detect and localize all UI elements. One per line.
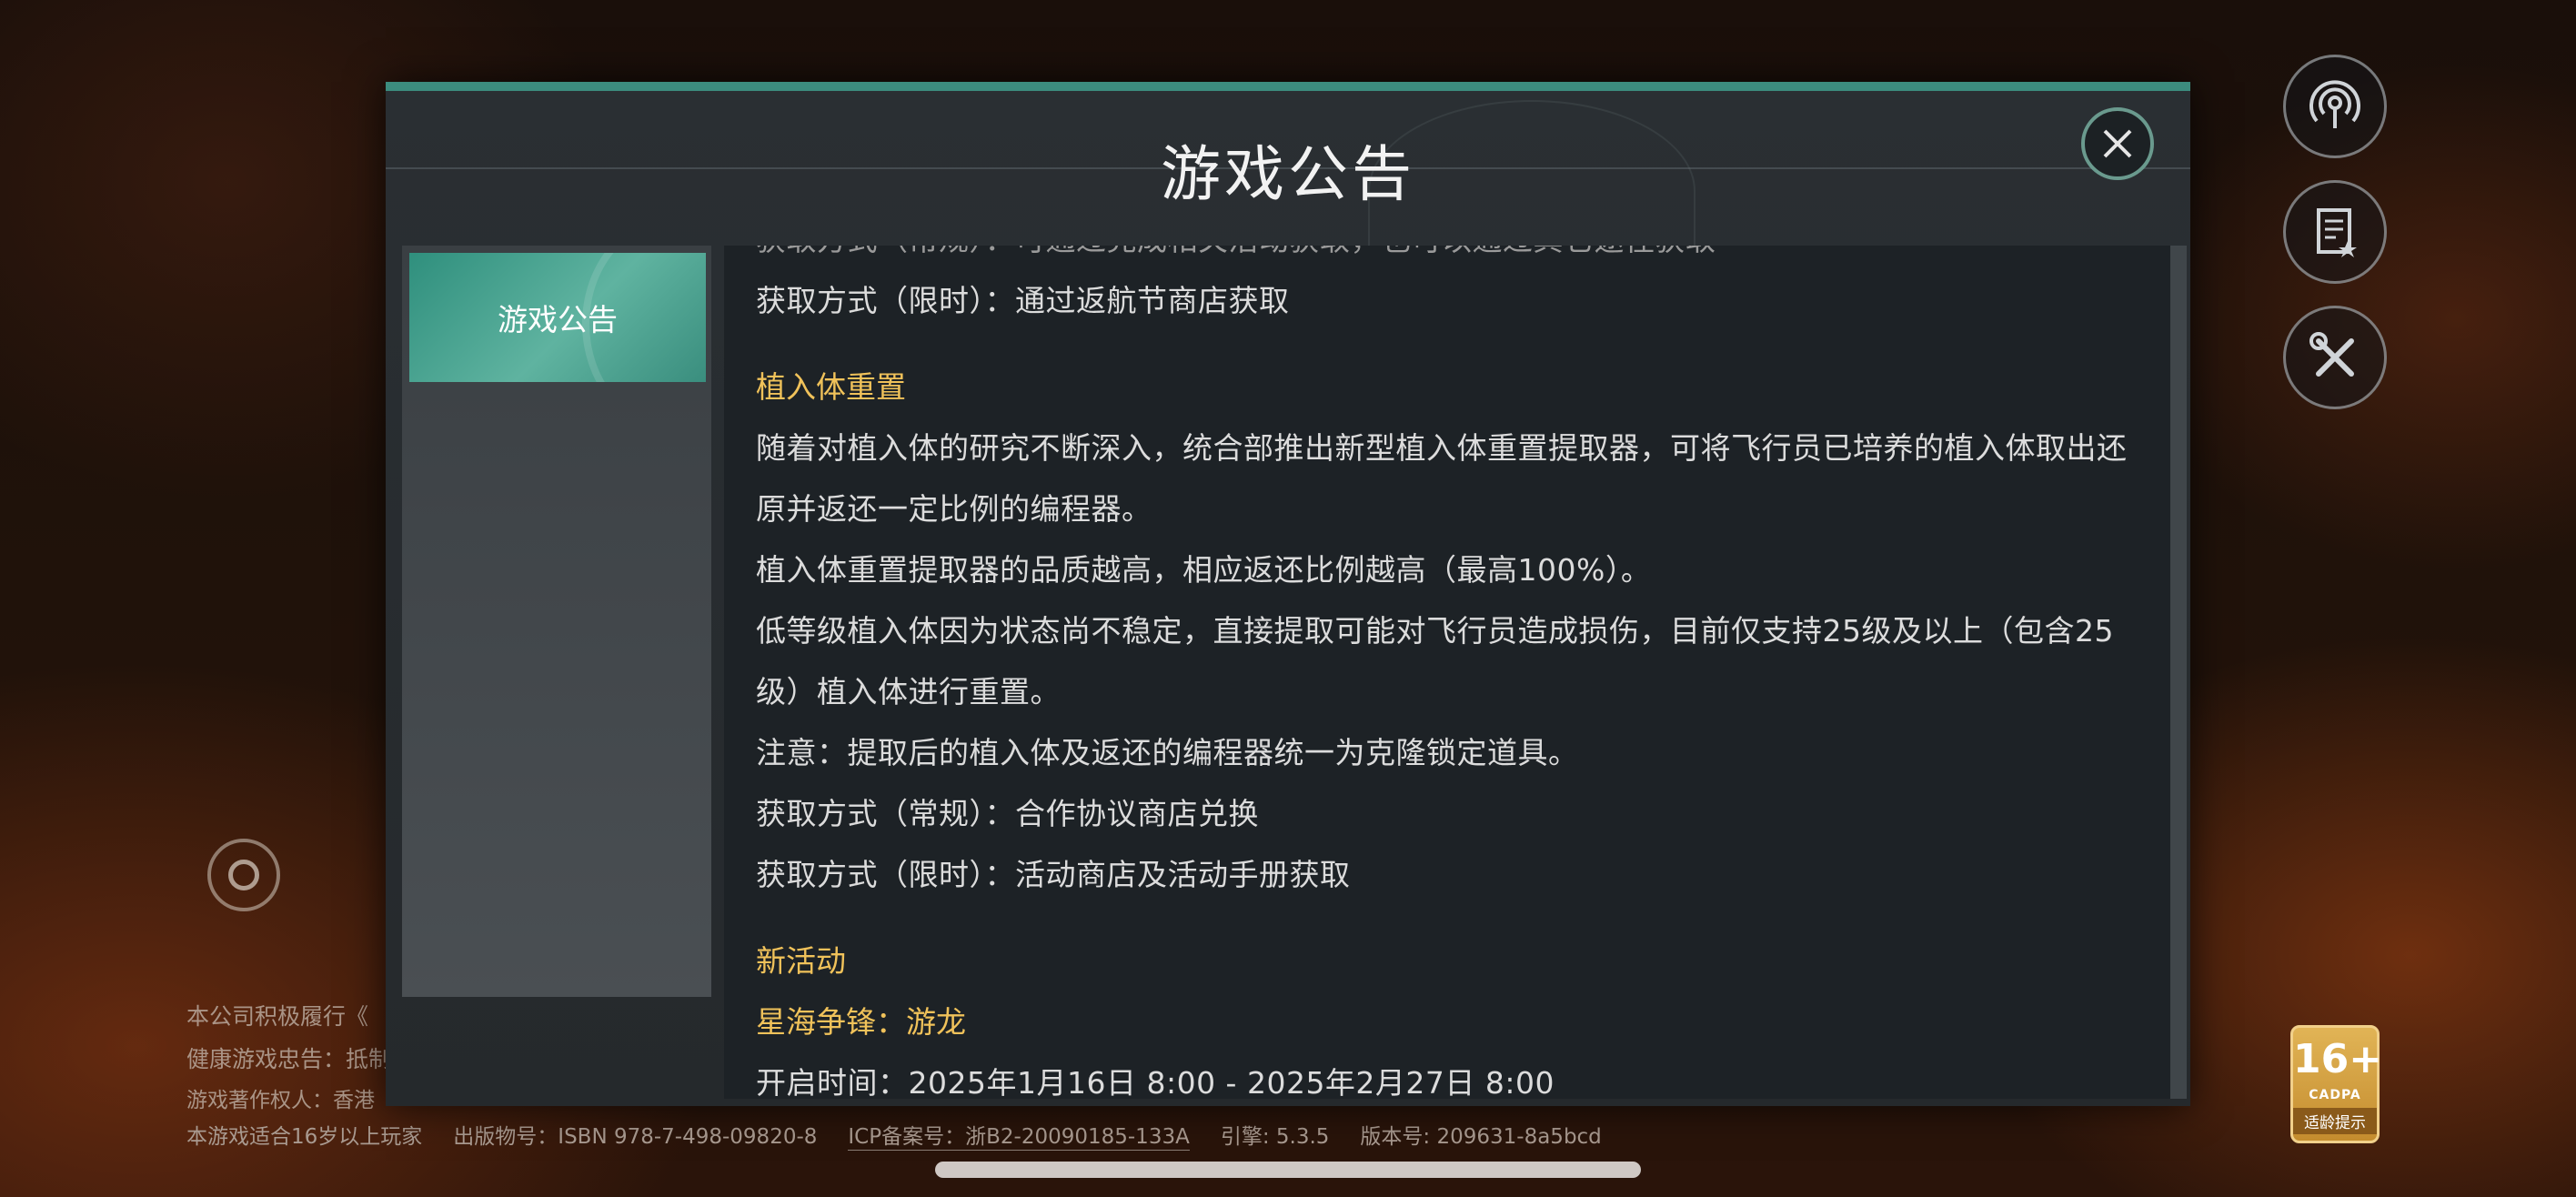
content-line: 获取方式（限时）：通过返航节商店获取 xyxy=(756,283,1290,318)
modal-title: 游戏公告 xyxy=(1161,139,1415,209)
age-rating: 16+ xyxy=(2293,1036,2383,1082)
age-notice: 本游戏适合16岁以上玩家 xyxy=(186,1125,423,1149)
nav-item-label: 游戏公告 xyxy=(498,302,618,337)
bottom-info-bar: 本游戏适合16岁以上玩家 出版物号：ISBN 978-7-498-09820-8… xyxy=(186,1119,1602,1151)
age-rating-badge: 16+ CADPA 适龄提示 xyxy=(2290,1025,2383,1143)
section-title: 植入体重置 xyxy=(756,369,906,405)
icp-link[interactable]: ICP备案号：浙B2-20090185-133A xyxy=(848,1119,1190,1151)
age-rating-tip: 适龄提示 xyxy=(2293,1108,2377,1134)
event-time: 开启时间：2025年1月16日 8:00 - 2025年2月27日 8:00 xyxy=(756,1065,1555,1099)
content-line: 获取方式（常规）：合作协议商店兑换 xyxy=(756,796,1259,831)
announcement-modal: 游戏公告 游戏公告 获取方式（常规）：可通过完成相关活动获取，也可以通过其它途径… xyxy=(386,82,2190,1106)
age-rating-org: CADPA xyxy=(2309,1088,2361,1102)
notes-icon xyxy=(2317,208,2357,257)
content-paragraph: 低等级植入体因为状态尚不稳定，直接提取可能对飞行员造成损伤，目前仅支持25级及以… xyxy=(756,613,2114,709)
content-paragraph: 植入体重置提取器的品质越高，相应返还比例越高（最高100%）。 xyxy=(756,552,1652,588)
footer-line-3: 游戏著作权人：香港 xyxy=(186,1089,375,1112)
section-title: 新活动 xyxy=(756,943,846,979)
announcement-content[interactable]: 获取方式（常规）：可通过完成相关活动获取，也可以通过其它途径获取 获取方式（限时… xyxy=(724,246,2170,1099)
content-line: 获取方式（常规）：可通过完成相关活动获取，也可以通过其它途径获取 xyxy=(756,246,2148,270)
content-paragraph: 注意：提取后的植入体及返还的编程器统一为克隆锁定道具。 xyxy=(756,735,1579,770)
content-scrollbar[interactable] xyxy=(2170,246,2187,1099)
close-button[interactable] xyxy=(2081,107,2154,180)
build-version: 版本号: 209631-8a5bcd xyxy=(1360,1125,1602,1149)
publication-number: 出版物号：ISBN 978-7-498-09820-8 xyxy=(453,1125,818,1149)
content-line: 获取方式（限时）：活动商店及活动手册获取 xyxy=(756,857,1351,892)
engine-version: 引擎: 5.3.5 xyxy=(1220,1125,1330,1149)
footer-line-2: 健康游戏忠告：抵制 xyxy=(186,1046,392,1072)
wrench-screwdriver-icon xyxy=(2309,332,2354,377)
settings-button[interactable] xyxy=(2283,306,2387,409)
footer-line-1: 本公司积极履行《 xyxy=(186,1003,369,1030)
broadcast-button[interactable] xyxy=(2283,55,2387,158)
broadcast-icon xyxy=(2309,80,2360,128)
notes-button[interactable] xyxy=(2283,180,2387,284)
nav-item-game-announcement[interactable]: 游戏公告 xyxy=(409,253,706,382)
announcement-nav: 游戏公告 xyxy=(402,246,711,997)
content-paragraph: 随着对植入体的研究不断深入，统合部推出新型植入体重置提取器，可将飞行员已培养的植… xyxy=(756,430,2128,527)
target-icon[interactable] xyxy=(207,839,280,911)
event-name: 星海争锋：游龙 xyxy=(756,1004,966,1040)
close-icon xyxy=(2103,129,2132,158)
home-indicator[interactable] xyxy=(935,1162,1641,1178)
